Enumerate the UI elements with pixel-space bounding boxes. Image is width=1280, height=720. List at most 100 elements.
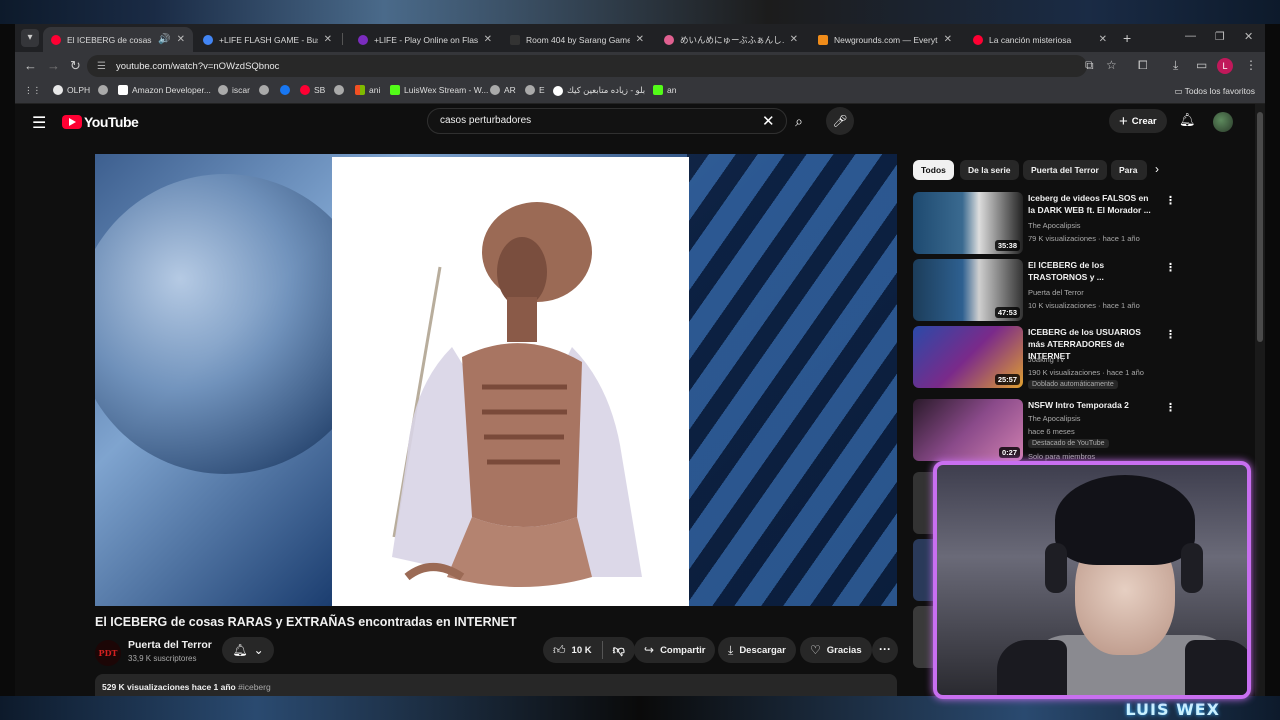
globe-icon xyxy=(525,85,535,95)
upload-age: hace 1 año xyxy=(191,682,236,692)
description-box[interactable]: 529 K visualizaciones hace 1 año #iceber… xyxy=(95,674,897,696)
video-frame-image xyxy=(332,157,689,606)
tab-3[interactable]: Room 404 by Sarang Games ✕ xyxy=(502,27,652,52)
bookmark-7[interactable] xyxy=(334,85,348,95)
subscribed-button[interactable]: 🔔︎ ⌄ xyxy=(222,637,274,663)
hashtag-link[interactable]: #iceberg xyxy=(238,682,271,692)
more-options-icon[interactable]: ⋮ xyxy=(1165,194,1176,207)
youtube-logo[interactable]: YouTube xyxy=(62,114,139,130)
browser-menu-icon[interactable]: ⋮ xyxy=(1245,58,1257,72)
more-options-icon[interactable]: ⋮ xyxy=(1165,261,1176,274)
tab-close-icon[interactable]: ✕ xyxy=(944,34,952,45)
create-button[interactable]: + Crear xyxy=(1109,109,1167,133)
download-button[interactable]: ⤓ Descargar xyxy=(718,637,796,663)
tab-close-icon[interactable]: ✕ xyxy=(484,34,492,45)
tab-close-icon[interactable]: ✕ xyxy=(324,34,332,45)
chip-todos[interactable]: Todos xyxy=(913,160,954,180)
dislike-icon[interactable]: 👎︎ xyxy=(613,643,625,658)
forward-icon[interactable]: → xyxy=(47,58,60,73)
search-input[interactable]: casos perturbadores ✕ xyxy=(427,108,787,134)
thanks-button[interactable]: ♡ Gracias xyxy=(800,637,872,663)
bookmark-3[interactable]: iscar xyxy=(218,85,250,95)
bookmark-10[interactable]: AR xyxy=(490,85,516,95)
bookmark-4[interactable] xyxy=(259,85,273,95)
all-bookmarks[interactable]: ▭ Todos los favoritos xyxy=(1174,86,1255,97)
search-icon[interactable]: ⌕ xyxy=(781,108,817,134)
new-tab-button[interactable]: + xyxy=(1123,30,1131,46)
minimize-icon[interactable]: — xyxy=(1185,30,1196,42)
chip-para[interactable]: Para xyxy=(1111,160,1147,180)
site-info-icon[interactable]: ☰ xyxy=(97,61,106,72)
tab-close-icon[interactable]: ✕ xyxy=(177,34,185,45)
share-button[interactable]: ↪ Compartir xyxy=(634,637,716,663)
bookmark-13[interactable]: an xyxy=(653,85,676,95)
bookmark-6[interactable]: SB xyxy=(300,85,325,95)
bookmark-1[interactable] xyxy=(98,85,112,95)
amazon-icon xyxy=(118,85,128,95)
speaker-icon[interactable]: 🔊 xyxy=(158,34,170,45)
tab-0[interactable]: El ICEBERG de cosas RARAS 🔊 ✕ xyxy=(43,27,193,52)
bookmark-star-icon[interactable]: ☆ xyxy=(1106,58,1117,72)
recommendation-thumbnail[interactable]: 47:53 xyxy=(913,259,1023,321)
download-icon[interactable]: ⤓ xyxy=(1173,58,1178,73)
recommendation-thumbnail[interactable]: 0:27 xyxy=(913,399,1023,461)
account-avatar[interactable] xyxy=(1213,112,1233,132)
tab-close-icon[interactable]: ✕ xyxy=(1099,34,1107,45)
recommendation-thumbnail[interactable]: 35:38 xyxy=(913,192,1023,254)
subscriber-count: 33,9 K suscriptores xyxy=(128,654,197,663)
address-bar-row: ← → ↻ ☰ youtube.com/watch?v=nOWzdSQbnoc … xyxy=(15,52,1265,80)
chip-puerta-del-terror[interactable]: Puerta del Terror xyxy=(1023,160,1107,180)
bookmark-12[interactable]: بلو - زیاده متابعين كيك xyxy=(553,85,645,96)
hamburger-menu-icon[interactable]: ☰ xyxy=(32,113,46,133)
recommendation-thumbnail[interactable]: 25:57 xyxy=(913,326,1023,388)
split-view-icon[interactable]: ▭ xyxy=(1196,58,1207,72)
microphone-icon[interactable]: 🎤︎ xyxy=(826,107,854,135)
channel-name[interactable]: Puerta del Terror xyxy=(128,639,212,651)
notifications-bell-icon[interactable]: 🔔︎ xyxy=(1179,112,1196,128)
chevron-right-icon[interactable]: › xyxy=(1155,162,1159,176)
tab-5[interactable]: Newgrounds.com — Everything ✕ xyxy=(810,27,960,52)
tab-close-icon[interactable]: ✕ xyxy=(636,34,644,45)
tab-search-button[interactable]: ▾ xyxy=(21,29,39,47)
apps-icon[interactable]: ⋮⋮ xyxy=(24,85,41,96)
globe-icon xyxy=(98,85,108,95)
bookmark-8[interactable]: ani xyxy=(355,85,380,95)
recommendation-item[interactable]: 35:38 Iceberg de videos FALSOS en la DAR… xyxy=(913,192,1253,256)
extensions-icon[interactable]: ⧠ xyxy=(1138,58,1148,73)
bookmark-2[interactable]: Amazon Developer... xyxy=(118,85,211,95)
tab-1[interactable]: +LIFE FLASH GAME - Buscar co ✕ xyxy=(195,27,340,52)
bookmark-9[interactable]: LuisWex Stream - W... xyxy=(390,85,488,95)
bookmark-0[interactable]: OLPH xyxy=(53,85,90,95)
install-app-icon[interactable]: ⧉ xyxy=(1085,58,1094,73)
like-icon[interactable]: 👍︎ xyxy=(553,643,566,658)
profile-avatar[interactable]: L xyxy=(1217,58,1233,74)
recommendation-item[interactable]: 47:53 El ICEBERG de los TRASTORNOS y ...… xyxy=(913,259,1253,323)
recommendation-item[interactable]: 25:57 ICEBERG de los USUARIOS más ATERRA… xyxy=(913,326,1253,390)
url-field[interactable]: ☰ youtube.com/watch?v=nOWzdSQbnoc xyxy=(87,55,1087,77)
back-icon[interactable]: ← xyxy=(24,58,37,73)
streamer-name: LUIS WEX xyxy=(1125,700,1220,719)
reload-icon[interactable]: ↻ xyxy=(70,58,81,74)
clear-search-icon[interactable]: ✕ xyxy=(762,112,775,130)
tab-4[interactable]: めいんめにゅーぶふぁんし…あいど ✕ xyxy=(656,27,806,52)
bookmark-11[interactable]: E xyxy=(525,85,545,95)
chip-de-la-serie[interactable]: De la serie xyxy=(960,160,1019,180)
webcam-overlay xyxy=(933,461,1251,699)
page-scrollbar[interactable] xyxy=(1255,104,1265,696)
close-window-icon[interactable]: ✕ xyxy=(1244,30,1253,43)
video-player[interactable] xyxy=(95,154,897,606)
scrollbar-thumb[interactable] xyxy=(1257,112,1263,342)
restore-icon[interactable]: ❐ xyxy=(1215,30,1225,43)
tab-2[interactable]: +LIFE - Play Online on Flash M ✕ xyxy=(350,27,500,52)
more-options-icon[interactable]: ⋮ xyxy=(1165,401,1176,414)
recommendation-item[interactable]: 0:27 NSFW Intro Temporada 2 The Apocalip… xyxy=(913,399,1253,463)
bookmark-5[interactable] xyxy=(280,85,294,95)
tab-close-icon[interactable]: ✕ xyxy=(790,34,798,45)
tab-6[interactable]: La canción misteriosa ✕ xyxy=(965,27,1115,52)
youtube-icon xyxy=(300,85,310,95)
channel-avatar[interactable]: PDT xyxy=(95,640,121,666)
more-options-icon[interactable]: ⋮ xyxy=(1165,328,1176,341)
more-actions-icon[interactable]: ··· xyxy=(872,637,898,663)
auto-dubbed-badge: Doblado automáticamente xyxy=(1028,380,1118,389)
like-count[interactable]: 10 K xyxy=(572,645,592,656)
